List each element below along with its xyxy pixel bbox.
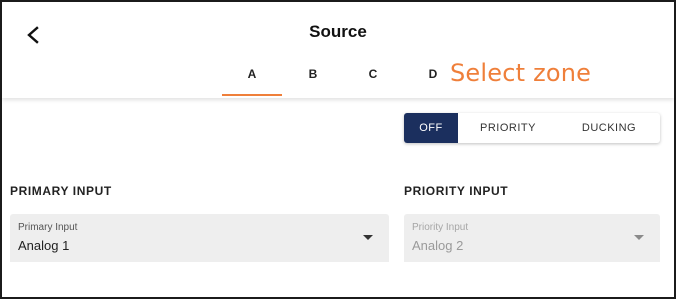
mode-priority-button[interactable]: PRIORITY [458, 113, 558, 143]
priority-input-value: Analog 2 [412, 238, 464, 253]
priority-input-heading: PRIORITY INPUT [404, 184, 509, 198]
dropdown-arrow-icon [363, 235, 373, 240]
app-header: Source A B C D Select zone [2, 2, 674, 98]
priority-mode-toggle: OFF PRIORITY DUCKING [404, 113, 660, 143]
source-screen: Source A B C D Select zone OFF PRIORITY … [0, 0, 676, 299]
tab-zone-a[interactable]: A [222, 56, 282, 96]
mode-ducking-button[interactable]: DUCKING [558, 113, 660, 143]
primary-input-select[interactable]: Primary Input Analog 1 [10, 214, 389, 262]
primary-input-value: Analog 1 [18, 238, 70, 253]
page-title: Source [309, 22, 367, 41]
primary-input-field-label: Primary Input [18, 222, 78, 233]
primary-input-heading: PRIMARY INPUT [10, 184, 112, 198]
mode-off-button[interactable]: OFF [404, 113, 458, 143]
dropdown-arrow-icon [634, 235, 644, 240]
priority-input-field-label: Priority Input [412, 222, 469, 233]
tab-zone-c[interactable]: C [343, 56, 403, 96]
priority-input-select[interactable]: Priority Input Analog 2 [404, 214, 660, 262]
tab-zone-b[interactable]: B [283, 56, 343, 96]
select-zone-annotation: Select zone [450, 59, 592, 87]
